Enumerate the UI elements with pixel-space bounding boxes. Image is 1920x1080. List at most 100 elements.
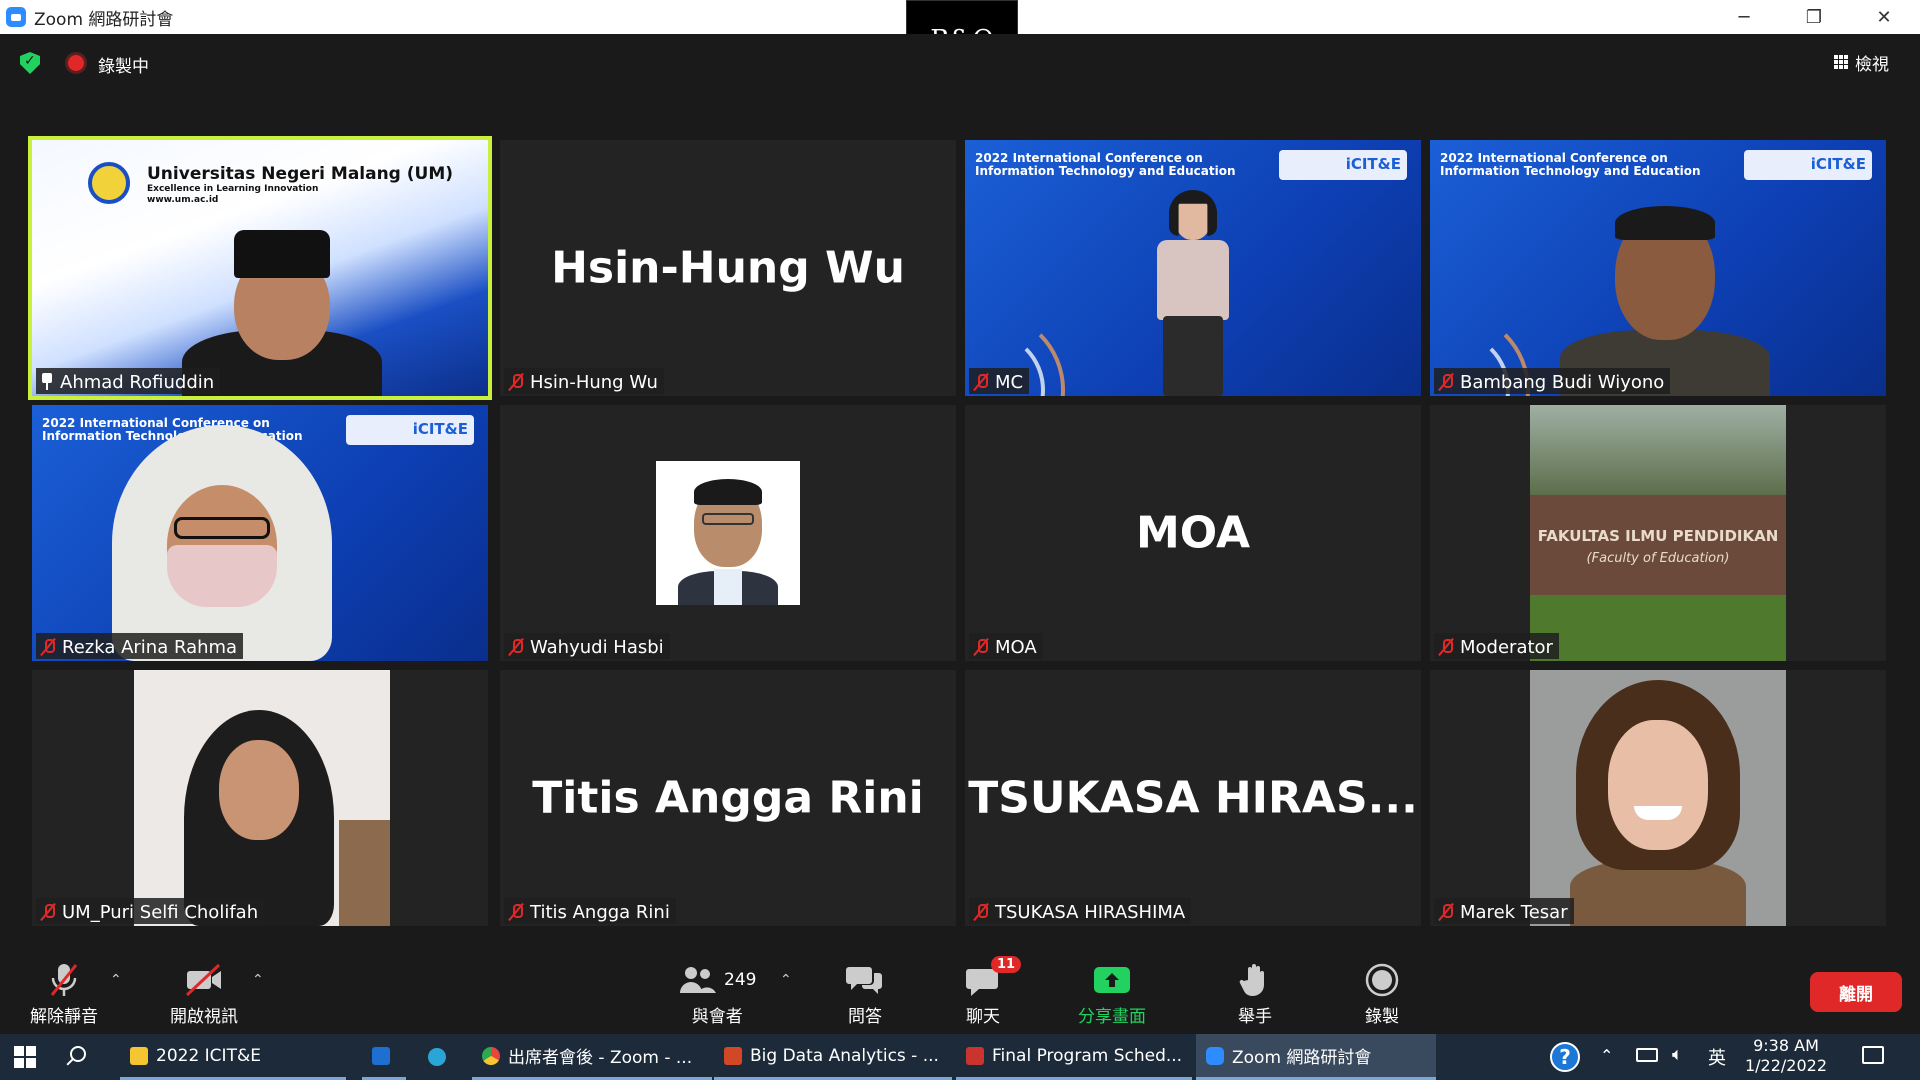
edge-icon: [428, 1048, 446, 1066]
tray-expand-icon[interactable]: ⌃: [1600, 1046, 1613, 1065]
muted-mic-icon: [973, 903, 989, 921]
taskbar-app-powerpoint[interactable]: Big Data Analytics - ...: [714, 1034, 952, 1080]
recording-label: 錄製中: [98, 57, 149, 77]
muted-mic-icon: [1438, 903, 1454, 921]
faculty-sign-text: FAKULTAS ILMU PENDIDIKAN: [1537, 527, 1779, 545]
participants-icon: 249: [678, 960, 756, 1000]
conference-logo: [1744, 150, 1872, 180]
profile-photo: FAKULTAS ILMU PENDIDIKAN (Faculty of Edu…: [1530, 405, 1786, 661]
view-button[interactable]: 檢視: [1834, 50, 1889, 75]
video-tile[interactable]: 2022 International Conference on Informat…: [1430, 140, 1886, 396]
recording-icon[interactable]: [68, 55, 84, 71]
profile-photo: [1530, 670, 1786, 926]
video-tile[interactable]: UM_Puri Selfi Cholifah: [32, 670, 488, 926]
video-off-icon: [183, 960, 225, 1000]
taskbar-app-pdf[interactable]: Final Program Sched...: [956, 1034, 1192, 1080]
participant-name-label: Wahyudi Hasbi: [504, 633, 670, 659]
folder-icon: [130, 1046, 148, 1065]
shield-icon[interactable]: [20, 52, 40, 74]
help-icon[interactable]: ?: [1550, 1042, 1580, 1072]
um-title: Universitas Negeri Malang (UM): [147, 164, 454, 184]
participant-name-label: UM_Puri Selfi Cholifah: [36, 898, 265, 924]
pin-icon: [40, 373, 54, 391]
video-tile[interactable]: Universitas Negeri Malang (UM) Excellenc…: [28, 136, 492, 400]
participant-video: [1560, 200, 1770, 396]
powerpoint-icon: [724, 1046, 742, 1065]
unmute-button[interactable]: 解除靜音: [30, 960, 98, 1027]
muted-mic-icon: [46, 960, 82, 1000]
record-button[interactable]: 錄製: [1364, 960, 1400, 1027]
window-title: Zoom 網路研討會: [34, 9, 174, 30]
video-tile[interactable]: FAKULTAS ILMU PENDIDIKAN (Faculty of Edu…: [1430, 405, 1886, 661]
video-tile[interactable]: Hsin-Hung Wu Hsin-Hung Wu: [500, 140, 956, 396]
battery-icon[interactable]: [1636, 1048, 1658, 1062]
participants-count: 249: [724, 970, 757, 990]
video-tile[interactable]: MOA MOA: [965, 405, 1421, 661]
participants-options-caret-icon[interactable]: ⌃: [780, 972, 792, 988]
share-screen-button[interactable]: 分享畫面: [1078, 960, 1146, 1027]
video-tile[interactable]: Titis Angga Rini Titis Angga Rini: [500, 670, 956, 926]
video-tile[interactable]: Wahyudi Hasbi: [500, 405, 956, 661]
muted-mic-icon: [1438, 638, 1454, 656]
audio-options-caret-icon[interactable]: ⌃: [110, 972, 122, 988]
participant-display-name: Hsin-Hung Wu: [551, 242, 905, 294]
chrome-icon: [482, 1046, 500, 1065]
taskbar-app-edge[interactable]: [418, 1034, 462, 1080]
muted-mic-icon: [973, 373, 989, 391]
participant-display-name: MOA: [1135, 507, 1251, 559]
chat-unread-badge: 11: [991, 956, 1022, 973]
profile-photo: [656, 461, 800, 605]
conference-logo: [1279, 150, 1407, 180]
participant-video: [1153, 186, 1233, 396]
video-tile[interactable]: 2022 International Conference on Informat…: [32, 405, 488, 661]
taskbar-app-zoom[interactable]: Zoom 網路研討會: [1196, 1034, 1436, 1080]
video-tile[interactable]: TSUKASA HIRAS... TSUKASA HIRASHIMA: [965, 670, 1421, 926]
input-method-indicator[interactable]: 英: [1708, 1044, 1726, 1070]
close-button[interactable]: ✕: [1854, 0, 1914, 34]
profile-photo: [134, 670, 390, 926]
start-video-button[interactable]: 開啟視訊: [170, 960, 238, 1027]
participant-name-label: Hsin-Hung Wu: [504, 368, 664, 394]
video-options-caret-icon[interactable]: ⌃: [252, 972, 264, 988]
muted-mic-icon: [973, 638, 989, 656]
clock-time: 9:38 AM: [1753, 1036, 1819, 1055]
notification-center-icon[interactable]: [1862, 1046, 1884, 1064]
participant-video: [112, 425, 332, 661]
um-subtitle: Excellence in Learning Innovation www.um.…: [147, 184, 319, 205]
qa-button[interactable]: 問答: [845, 960, 885, 1027]
windows-taskbar: 2022 ICIT&E 出席者會後 - Zoom - ... Big Data …: [0, 1034, 1920, 1080]
participant-name-label: MOA: [969, 633, 1043, 659]
participant-name-label: Moderator: [1434, 633, 1559, 659]
share-screen-icon: [1092, 960, 1132, 1000]
zoom-icon: [1206, 1046, 1224, 1065]
muted-mic-icon: [1438, 373, 1454, 391]
participant-name-label: Titis Angga Rini: [504, 898, 676, 924]
video-tile[interactable]: Marek Tesar: [1430, 670, 1886, 926]
participants-button[interactable]: 249 與會者: [678, 960, 756, 1027]
search-icon[interactable]: [70, 1046, 86, 1062]
taskbar-app-outlook[interactable]: [362, 1034, 406, 1080]
faculty-sign-subtext: (Faculty of Education): [1586, 551, 1730, 566]
windows-start-icon[interactable]: [14, 1046, 36, 1068]
system-clock[interactable]: 9:38 AM 1/22/2022: [1744, 1036, 1828, 1076]
minimize-button[interactable]: ─: [1714, 0, 1774, 34]
chat-button[interactable]: 11 聊天: [965, 956, 1022, 1027]
leave-button[interactable]: 離開: [1810, 972, 1902, 1012]
taskbar-app-chrome[interactable]: 出席者會後 - Zoom - ...: [472, 1034, 712, 1080]
conference-title: 2022 International Conference on Informat…: [1440, 151, 1701, 178]
participant-name-label: Ahmad Rofiuddin: [36, 368, 221, 394]
volume-icon[interactable]: 🔈︎: [1672, 1044, 1683, 1065]
conference-title: 2022 International Conference on Informat…: [975, 151, 1236, 178]
maximize-button[interactable]: ❐: [1784, 0, 1844, 34]
pdf-icon: [966, 1046, 984, 1065]
raise-hand-button[interactable]: 舉手: [1238, 960, 1272, 1027]
participant-name-label: Marek Tesar: [1434, 898, 1574, 924]
grid-icon: [1834, 55, 1849, 70]
taskbar-app-folder[interactable]: 2022 ICIT&E: [120, 1034, 346, 1080]
participant-name-label: MC: [969, 368, 1030, 394]
video-tile[interactable]: 2022 International Conference on Informat…: [965, 140, 1421, 396]
participant-display-name: Titis Angga Rini: [532, 772, 924, 824]
meeting-toolbar: 解除靜音 ⌃ 開啟視訊 ⌃ 249 與會者 ⌃ 問答 11 聊天 分享畫面 舉手…: [0, 952, 1920, 1034]
participant-name-label: TSUKASA HIRASHIMA: [969, 898, 1192, 924]
participant-display-name: TSUKASA HIRAS...: [968, 772, 1418, 824]
